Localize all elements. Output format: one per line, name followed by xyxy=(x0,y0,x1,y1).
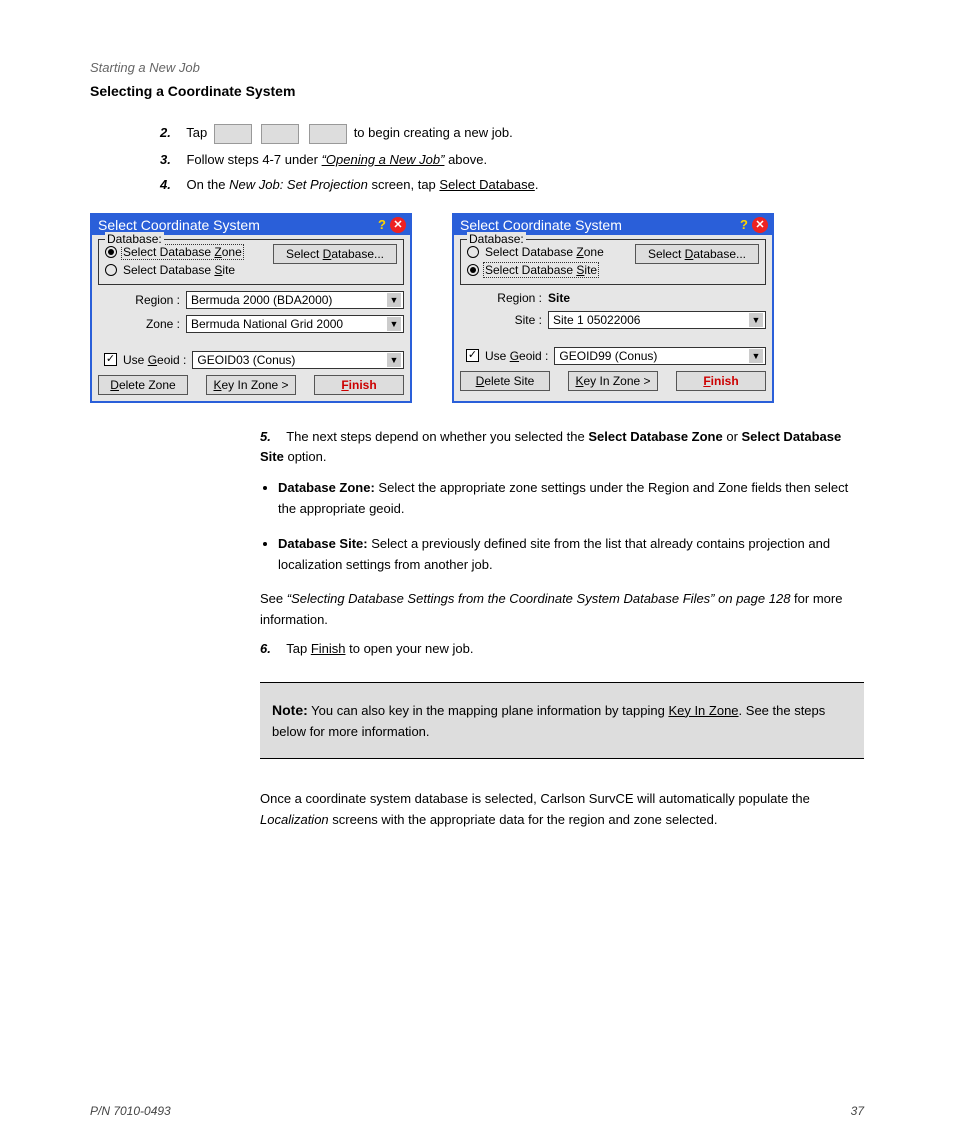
geoid-row: ✓ Use Geoid : GEOID99 (Conus) ▼ xyxy=(466,347,766,365)
key-in-zone-button[interactable]: Key In Zone > xyxy=(206,375,296,395)
geoid-select[interactable]: GEOID99 (Conus) ▼ xyxy=(554,347,766,365)
region-value: Site xyxy=(548,291,570,305)
help-icon[interactable]: ? xyxy=(740,217,748,233)
page-header: Starting a New Job xyxy=(90,60,864,75)
radio-icon xyxy=(467,246,479,258)
close-icon[interactable]: ✕ xyxy=(390,217,406,233)
dialog-select-coord-system-site: Select Coordinate System ? ✕ Database: S… xyxy=(452,213,774,403)
dialog-title: Select Coordinate System xyxy=(460,217,622,233)
radio-select-db-site[interactable]: Select Database Site xyxy=(467,262,606,278)
see-also-paragraph: See “Selecting Database Settings from th… xyxy=(260,589,864,631)
geoid-row: ✓ Use Geoid : GEOID03 (Conus) ▼ xyxy=(104,351,404,369)
fieldset-legend: Database: xyxy=(105,232,164,246)
zone-select[interactable]: Bermuda National Grid 2000 ▼ xyxy=(186,315,404,333)
chevron-down-icon: ▼ xyxy=(387,353,401,367)
footer-page-number: 37 xyxy=(851,1104,864,1118)
blank-button-3[interactable] xyxy=(309,124,347,144)
instruction-5: 5. The next steps depend on whether you … xyxy=(260,427,864,469)
step-number: 6. xyxy=(260,641,271,656)
delete-site-button[interactable]: Delete Site xyxy=(460,371,550,391)
page-title: Selecting a Coordinate System xyxy=(90,83,864,99)
chevron-down-icon: ▼ xyxy=(387,293,401,307)
zone-row: Zone : Bermuda National Grid 2000 ▼ xyxy=(122,315,404,333)
region-select[interactable]: Bermuda 2000 (BDA2000) ▼ xyxy=(186,291,404,309)
region-label: Region : xyxy=(122,293,186,307)
fieldset-legend: Database: xyxy=(467,232,526,246)
footer-part-number: P/N 7010-0493 xyxy=(90,1104,171,1118)
chevron-down-icon: ▼ xyxy=(749,313,763,327)
key-in-zone-button[interactable]: Key In Zone > xyxy=(568,371,658,391)
site-label: Site : xyxy=(484,313,548,327)
select-database-button[interactable]: Select Database... xyxy=(635,244,759,264)
radio-icon xyxy=(105,264,117,276)
instruction-3: 3. Follow steps 4-7 under “Opening a New… xyxy=(160,150,864,170)
site-select[interactable]: Site 1 05022006 ▼ xyxy=(548,311,766,329)
radio-icon xyxy=(105,246,117,258)
region-row: Region : Bermuda 2000 (BDA2000) ▼ xyxy=(122,291,404,309)
geoid-label: Use Geoid : xyxy=(485,349,548,363)
options-list: Database Zone: Select the appropriate zo… xyxy=(260,478,864,575)
close-icon[interactable]: ✕ xyxy=(752,217,768,233)
geoid-value: GEOID03 (Conus) xyxy=(197,353,295,367)
list-item: Database Zone: Select the appropriate zo… xyxy=(278,478,864,520)
note-label: Note: xyxy=(272,702,308,718)
chevron-down-icon: ▼ xyxy=(387,317,401,331)
instruction-4: 4. On the New Job: Set Projection screen… xyxy=(160,175,864,195)
instruction-2: 2. Tap to begin creating a new job. xyxy=(160,123,864,144)
radio-select-db-site[interactable]: Select Database Site xyxy=(105,262,244,278)
site-value: Site 1 05022006 xyxy=(553,313,640,327)
step-number: 4. xyxy=(160,177,171,192)
zone-label: Zone : xyxy=(122,317,186,331)
instruction-6: 6. Tap Finish to open your new job. xyxy=(260,639,864,660)
delete-zone-button[interactable]: Delete Zone xyxy=(98,375,188,395)
radio-icon xyxy=(467,264,479,276)
select-database-link[interactable]: Select Database xyxy=(439,177,534,192)
region-row: Region : Site xyxy=(484,291,766,305)
region-value: Bermuda 2000 (BDA2000) xyxy=(191,293,332,307)
select-database-button[interactable]: Select Database... xyxy=(273,244,397,264)
site-row: Site : Site 1 05022006 ▼ xyxy=(484,311,766,329)
key-in-zone-link[interactable]: Key In Zone xyxy=(668,703,738,718)
finish-link[interactable]: Finish xyxy=(311,641,346,656)
blank-button-2[interactable] xyxy=(261,124,299,144)
step-number: 5. xyxy=(260,429,271,444)
database-fieldset: Database: Select Database Zone Select Da… xyxy=(98,239,404,285)
help-icon[interactable]: ? xyxy=(378,217,386,233)
geoid-select[interactable]: GEOID03 (Conus) ▼ xyxy=(192,351,404,369)
geoid-label: Use Geoid : xyxy=(123,353,186,367)
blank-button-1[interactable] xyxy=(214,124,252,144)
database-fieldset: Database: Select Database Zone Select Da… xyxy=(460,239,766,285)
page-footer: P/N 7010-0493 37 xyxy=(90,1104,864,1118)
geoid-value: GEOID99 (Conus) xyxy=(559,349,657,363)
radio-select-db-zone[interactable]: Select Database Zone xyxy=(105,244,244,260)
use-geoid-checkbox[interactable]: ✓ xyxy=(104,353,117,366)
chevron-down-icon: ▼ xyxy=(749,349,763,363)
step-number: 2. xyxy=(160,125,171,140)
cross-reference-link[interactable]: “Selecting Database Settings from the Co… xyxy=(287,591,791,606)
step-number: 3. xyxy=(160,152,171,167)
dialog-select-coord-system-zone: Select Coordinate System ? ✕ Database: S… xyxy=(90,213,412,403)
opening-new-job-link[interactable]: “Opening a New Job” xyxy=(322,152,445,167)
list-item: Database Site: Select a previously defin… xyxy=(278,534,864,576)
region-label: Region : xyxy=(484,291,548,305)
finish-button[interactable]: Finish xyxy=(676,371,766,391)
dialog-title: Select Coordinate System xyxy=(98,217,260,233)
zone-value: Bermuda National Grid 2000 xyxy=(191,317,343,331)
radio-select-db-zone[interactable]: Select Database Zone xyxy=(467,244,606,260)
closing-paragraph: Once a coordinate system database is sel… xyxy=(260,789,864,831)
use-geoid-checkbox[interactable]: ✓ xyxy=(466,349,479,362)
finish-button[interactable]: Finish xyxy=(314,375,404,395)
note-box: Note: You can also key in the mapping pl… xyxy=(260,682,864,760)
